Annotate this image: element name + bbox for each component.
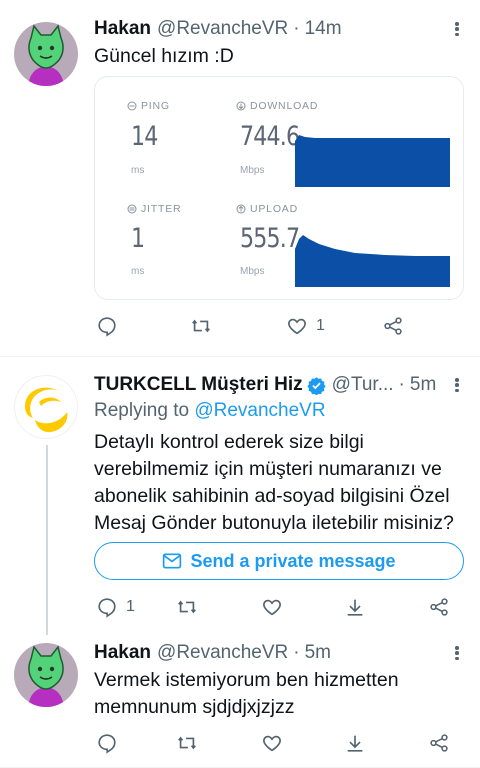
tweet-hakan-reply[interactable]: Hakan @RevancheVR · 5m Vermek istemiyoru… — [0, 629, 480, 768]
jitter-label-group: JITTER — [127, 203, 181, 215]
share-button[interactable] — [428, 731, 450, 755]
ping-label-group: PING — [127, 100, 170, 112]
like-button[interactable]: 1 — [286, 314, 325, 338]
timestamp[interactable]: 14m — [305, 18, 342, 40]
upload-graph — [295, 235, 450, 287]
reply-button[interactable]: 1 — [96, 595, 135, 619]
avatar-hakan[interactable] — [14, 22, 78, 86]
reply-icon — [98, 317, 116, 337]
share-icon — [384, 317, 402, 335]
timestamp[interactable]: 5m — [410, 374, 436, 396]
ping-label: PING — [141, 100, 170, 112]
reply-icon — [98, 734, 116, 754]
display-name[interactable]: Hakan — [94, 642, 151, 664]
reply-button[interactable] — [96, 731, 118, 755]
separator-dot: · — [293, 642, 300, 663]
tweet-header: Hakan @RevancheVR · 14m — [94, 16, 480, 42]
send-private-message-button[interactable]: Send a private message — [94, 542, 464, 580]
share-icon — [430, 598, 448, 616]
user-handle[interactable]: @RevancheVR — [157, 642, 288, 664]
send-private-message-label: Send a private message — [190, 550, 396, 571]
separator-dot: · — [398, 374, 405, 395]
ping-unit: ms — [131, 165, 145, 176]
reply-count: 1 — [126, 598, 135, 615]
download-arrow-icon — [347, 599, 363, 616]
avatar-hakan[interactable] — [14, 643, 78, 707]
tweet-header: Hakan @RevancheVR · 5m — [94, 640, 480, 666]
retweet-icon — [178, 600, 196, 614]
replying-to-label: Replying to — [94, 400, 190, 421]
turkcell-logo-icon — [15, 376, 77, 438]
timestamp[interactable]: 5m — [305, 642, 331, 664]
display-name[interactable]: TURKCELL Müşteri Hiz — [94, 374, 303, 396]
share-button[interactable] — [428, 595, 450, 619]
jitter-value: 1 — [131, 223, 145, 254]
upload-label: UPLOAD — [250, 203, 298, 215]
cat-avatar-icon — [14, 22, 78, 86]
separator-dot: · — [293, 18, 300, 39]
share-icon — [430, 734, 448, 752]
upload-icon — [236, 204, 246, 214]
speedtest-image[interactable]: PING 14 ms DOWNLOAD 744.6 Mbps JITTER 1 … — [94, 76, 464, 300]
share-button[interactable] — [382, 314, 404, 338]
ping-value: 14 — [131, 121, 158, 152]
download-unit: Mbps — [240, 165, 265, 176]
tweet-actions — [96, 731, 456, 755]
ping-icon — [127, 101, 137, 111]
download-button[interactable] — [344, 595, 366, 619]
upload-label-group: UPLOAD — [236, 203, 298, 215]
tweet-text: Detaylı kontrol ederek size bilgi verebi… — [94, 431, 454, 534]
envelope-icon — [163, 553, 182, 569]
jitter-label: JITTER — [141, 203, 182, 215]
display-name[interactable]: Hakan — [94, 18, 151, 40]
retweet-button[interactable] — [176, 595, 198, 619]
like-button[interactable] — [261, 731, 283, 755]
replying-to: Replying to @RevancheVR — [94, 400, 326, 422]
retweet-icon — [192, 319, 210, 333]
reply-icon — [98, 598, 116, 618]
jitter-icon — [127, 204, 137, 214]
verified-badge-icon — [307, 376, 326, 395]
jitter-unit: ms — [131, 266, 145, 277]
more-options-icon[interactable] — [448, 375, 466, 395]
download-label-group: DOWNLOAD — [236, 100, 318, 112]
tweet-text: Vermek istemiyorum ben hizmetten memnunu… — [94, 669, 399, 718]
download-label: DOWNLOAD — [250, 100, 319, 112]
heart-icon — [263, 599, 281, 616]
tweet-hakan-speedtest[interactable]: Hakan @RevancheVR · 14m Güncel hızım :D … — [0, 0, 480, 356]
reply-button[interactable] — [96, 314, 118, 338]
more-options-icon[interactable] — [448, 19, 466, 39]
retweet-button[interactable] — [176, 731, 198, 755]
tweet-header: TURKCELL Müşteri Hiz @Tur... · 5m — [94, 372, 480, 398]
upload-value: 555.7 — [240, 223, 300, 254]
upload-unit: Mbps — [240, 266, 265, 277]
user-handle[interactable]: @RevancheVR — [157, 18, 288, 40]
more-options-icon[interactable] — [448, 643, 466, 663]
heart-icon — [288, 318, 306, 335]
retweet-icon — [178, 736, 196, 750]
replying-to-handle[interactable]: @RevancheVR — [194, 400, 325, 421]
heart-icon — [263, 735, 281, 752]
tweet-text: Güncel hızım :D — [94, 45, 234, 67]
download-arrow-icon — [347, 735, 363, 752]
retweet-button[interactable] — [190, 314, 212, 338]
cat-avatar-icon — [14, 643, 78, 707]
like-button[interactable] — [261, 595, 283, 619]
download-button[interactable] — [344, 731, 366, 755]
avatar-turkcell[interactable] — [14, 375, 78, 439]
tweet-turkcell-reply[interactable]: TURKCELL Müşteri Hiz @Tur... · 5m Replyi… — [0, 357, 480, 635]
download-graph — [295, 135, 450, 187]
like-count: 1 — [316, 317, 325, 334]
tweet-actions: 1 — [96, 595, 456, 619]
download-value: 744.6 — [240, 121, 300, 152]
user-handle[interactable]: @Tur... — [332, 374, 394, 396]
download-icon — [236, 101, 246, 111]
thread-line — [46, 445, 48, 635]
tweet-actions: 1 — [96, 314, 456, 338]
